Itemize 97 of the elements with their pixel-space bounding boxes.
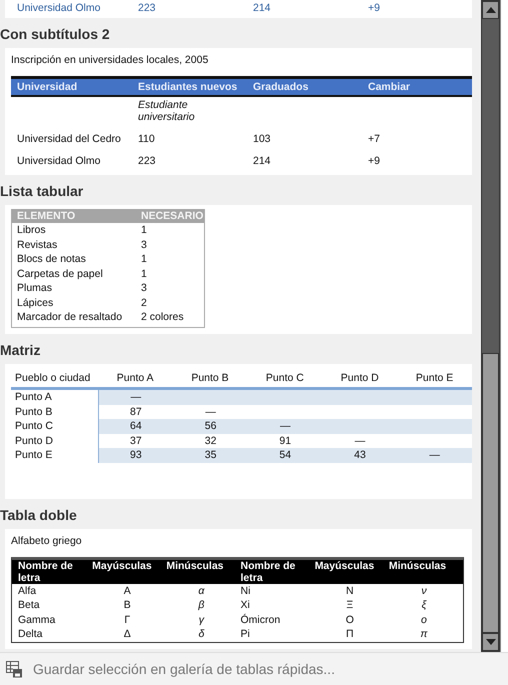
section-heading: Matriz [0,342,42,358]
table-cell: 2 [141,296,147,310]
table-cell-text: Ν [344,584,355,598]
table-cell-text: Alfa [18,584,38,598]
table-cell-text: 223 [138,155,157,167]
shaded-cell: — [98,390,174,404]
table-cell-text: +7 [368,133,381,145]
table-cell-text: Plumas [17,281,54,296]
table-cell-text: Punto E [14,448,54,462]
table-cell-text: Universidad Olmo [17,2,102,14]
table-cell-text: Gamma [18,612,56,627]
table-cell-text: Universidad Olmo [17,155,102,167]
table-cell-text: 214 [253,2,272,14]
table-cell-text: Blocs de notas [17,252,87,266]
scrollbar[interactable] [481,0,500,652]
shaded-cell: 54 [248,448,323,462]
table-cell-text: δ [198,627,206,642]
column-header: Punto C [264,370,305,385]
table-cell: 1 [141,266,147,281]
table-cell-text: β [197,598,206,612]
section-heading: Tabla doble [0,506,78,522]
table-cell-text: Revistas [17,238,58,252]
scroll-up-button[interactable] [482,1,499,19]
table-header-row: Nombre de letra Mayúsculas Minúsculas Nombre de letra Mayúsculas Minúsculas [12,560,463,584]
column-header: Punto E [414,370,454,385]
table-cell-text: 214 [253,155,272,167]
table-cell: 3 [141,281,147,296]
table-header-row: ELEMENTO NECESARIO [12,209,204,223]
column-header: Punto A [116,370,155,385]
table-cell-text: Ο [344,612,355,627]
table-cell-text: Pi [240,627,251,642]
table-cell-text: +9 [368,2,381,14]
save-selection-menu-item[interactable]: Guardar selección en galería de tablas rápidas... [33,661,335,677]
table-cell-text: Punto D [14,434,54,448]
table-preview[interactable]: ELEMENTO NECESARIO Libros 1 Revistas 3 Blocs de notas 1 Carpetas de papel 1 Plumas 3 Lápices 2 Marcador de resaltado 2 colores [5,205,472,334]
table-cell-text: γ [198,612,206,627]
table-cell-text: +9 [368,155,381,167]
table-cell-text: Ni [240,584,252,598]
table-cell-text: Beta [18,598,41,612]
column-header: Punto B [190,370,230,385]
table-header-row: Universidad Estudiantes nuevos Graduados Cambiar [11,76,472,97]
section-heading: Lista tabular [0,183,84,199]
table-cell-text: 32 [204,434,218,448]
down-arrow-icon [486,639,496,645]
table-preview[interactable]: Alfabeto griego Nombre de letra Mayúsculas Minúsculas Nombre de letra Mayúsculas Minúsculas Alfa Α α Ni Ν ν Beta Β β Xi Ξ ξ Gamma Γ γ Ómicron Ο ο Delta Δ δ Pi Π π [5,528,472,648]
shaded-cell: 64 [98,419,174,434]
table-cell: 3 [141,238,147,252]
table-cell-text: Ξ [345,598,354,612]
scroll-thumb[interactable] [482,353,499,633]
table-cell-text: Punto A [14,390,53,404]
table-cell: 1 [141,252,147,266]
column-header: Pueblo o ciudad [14,370,92,385]
shaded-cell: — [397,448,472,462]
shaded-cell: 35 [173,448,248,462]
table-cell-text: 110 [138,133,156,145]
table-cell-text: Δ [122,627,132,642]
table-cell-text: Delta [18,627,44,642]
table-cell-text: Γ [123,612,132,627]
table-cell-text: Punto C [14,419,54,434]
table-cell-text: α [197,584,206,598]
table-cell-text: 223 [138,2,157,14]
up-arrow-icon [486,7,496,13]
table-cell-text: ν [420,584,428,598]
table-cell: 2 colores [141,310,184,324]
table-cell-text: Carpetas de papel [17,266,104,281]
table-cell-text: π [419,627,428,642]
table-cell-text: Marcador de resaltado [17,310,124,324]
table-cell-text: Universidad del Cedro [17,133,122,145]
table-cell-text: 91 [278,434,292,448]
table-cell: 1 [141,223,147,238]
table-caption: Alfabeto griego [11,534,83,548]
shaded-cell: 93 [98,448,174,462]
table-preview[interactable]: Inscripción en universidades locales, 2005 Universidad Estudiantes nuevos Graduados Cambiar Estudiante universitario Universidad del Cedro 110 103 +7 Universidad Olmo 223 214 +9 [5,48,472,175]
table-preview[interactable]: Universidad Olmo 223 214 +9 [5,0,472,18]
column-header: Punto D [340,370,380,385]
shaded-cell: 56 [173,419,248,434]
table-cell-text: — [204,404,217,419]
table-cell-text: 103 [253,133,272,145]
table-preview[interactable]: Pueblo o ciudad Punto A Punto B Punto C Punto D Punto E Punto A — Punto B 87 — Punto C 64 56 — Punto D 37 32 91 — Punto E 93 35 54 43 — [5,364,472,498]
shaded-cell: 43 [322,448,398,462]
table-cell-text: Xi [240,598,251,612]
table-cell-text: Lápices [17,296,54,310]
shaded-cell: — [248,419,323,434]
table-cell-text: Α [122,584,132,598]
scroll-down-button[interactable] [482,633,499,651]
table-cell-text: Punto B [14,404,54,419]
table-cell-text: ξ [420,598,428,612]
table-cell-text: Ómicron [240,612,282,627]
section-heading: Con subtítulos 2 [0,26,111,42]
table-cell-text: ο [420,612,428,627]
table-caption: Inscripción en universidades locales, 2005 [11,53,210,68]
table-cell-text: Β [122,598,132,612]
table-save-icon [6,660,23,678]
table-cell-text: — [354,434,366,448]
table-cell-text: Libros [17,223,47,238]
table-cell-text: Π [344,627,355,642]
table-cell-text: Estudiante universitario [138,99,196,123]
